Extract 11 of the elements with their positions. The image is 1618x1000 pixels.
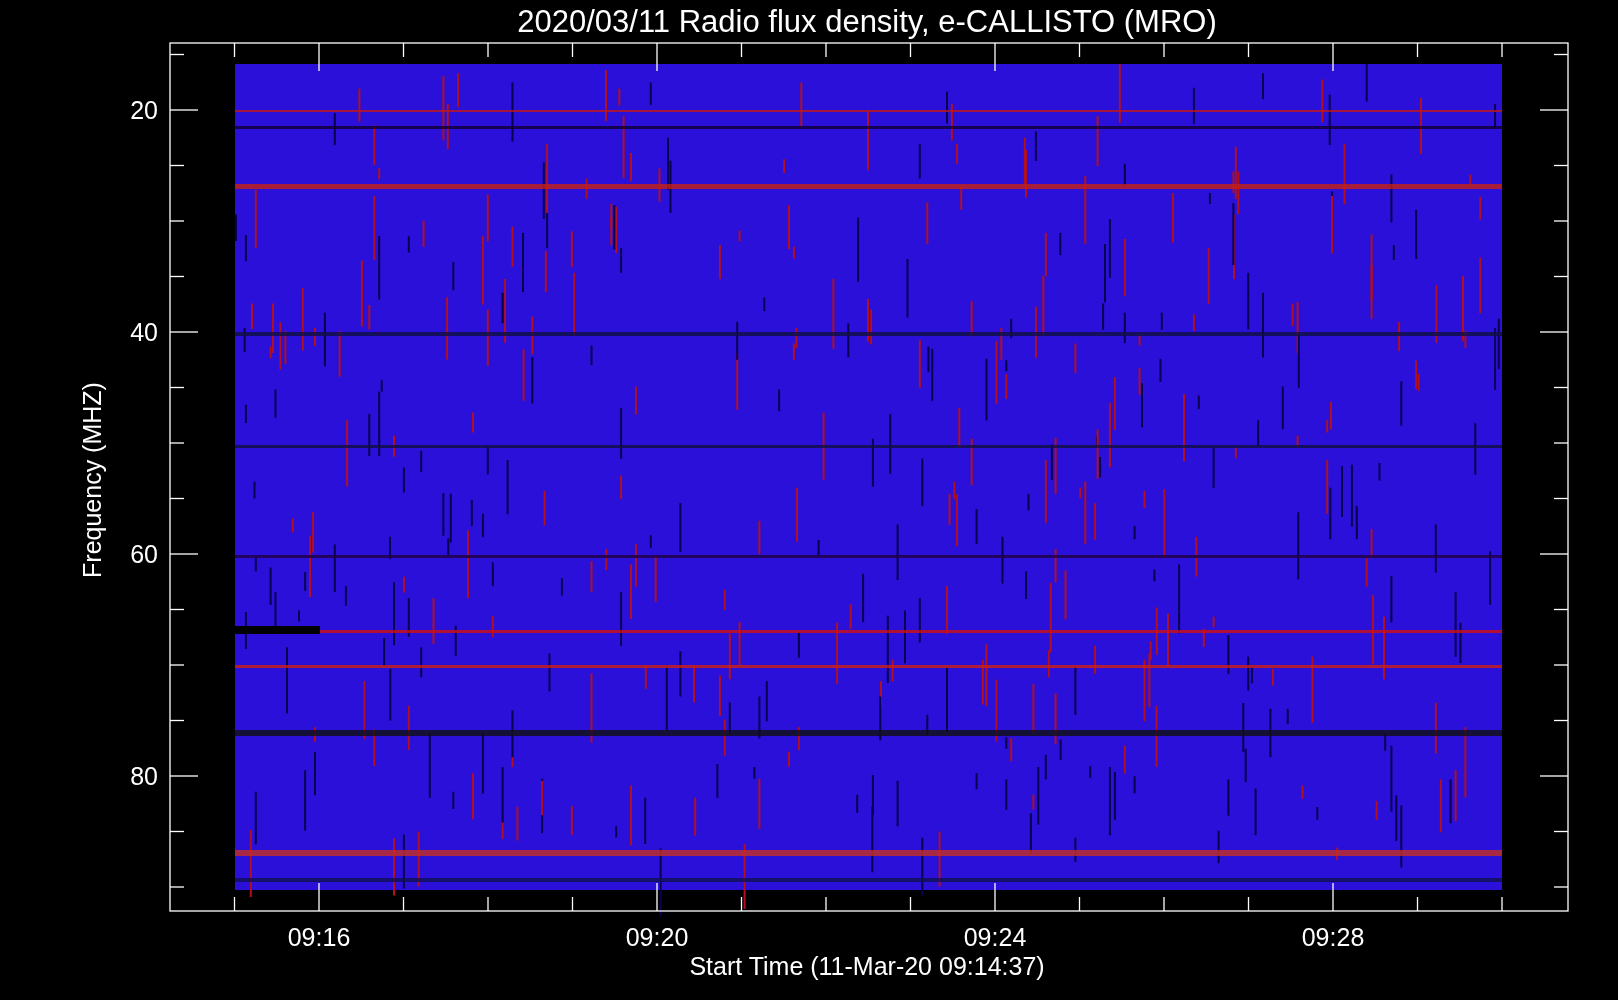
x-tick-label: 09:20: [625, 923, 689, 951]
y-axis-label: Frequency (MHZ): [78, 382, 106, 578]
y-tick-label: 60: [130, 540, 158, 568]
chart-title: 2020/03/11 Radio flux density, e-CALLISTO (MRO): [517, 4, 1217, 39]
x-tick-label: 09:16: [287, 923, 351, 951]
y-tick-label: 80: [130, 762, 158, 790]
y-tick-label: 40: [130, 318, 158, 346]
x-axis-label: Start Time (11-Mar-20 09:14:37): [689, 952, 1045, 980]
x-tick-label: 09:24: [963, 923, 1027, 951]
y-tick-label: 20: [130, 96, 158, 124]
x-tick-label: 09:28: [1301, 923, 1365, 951]
